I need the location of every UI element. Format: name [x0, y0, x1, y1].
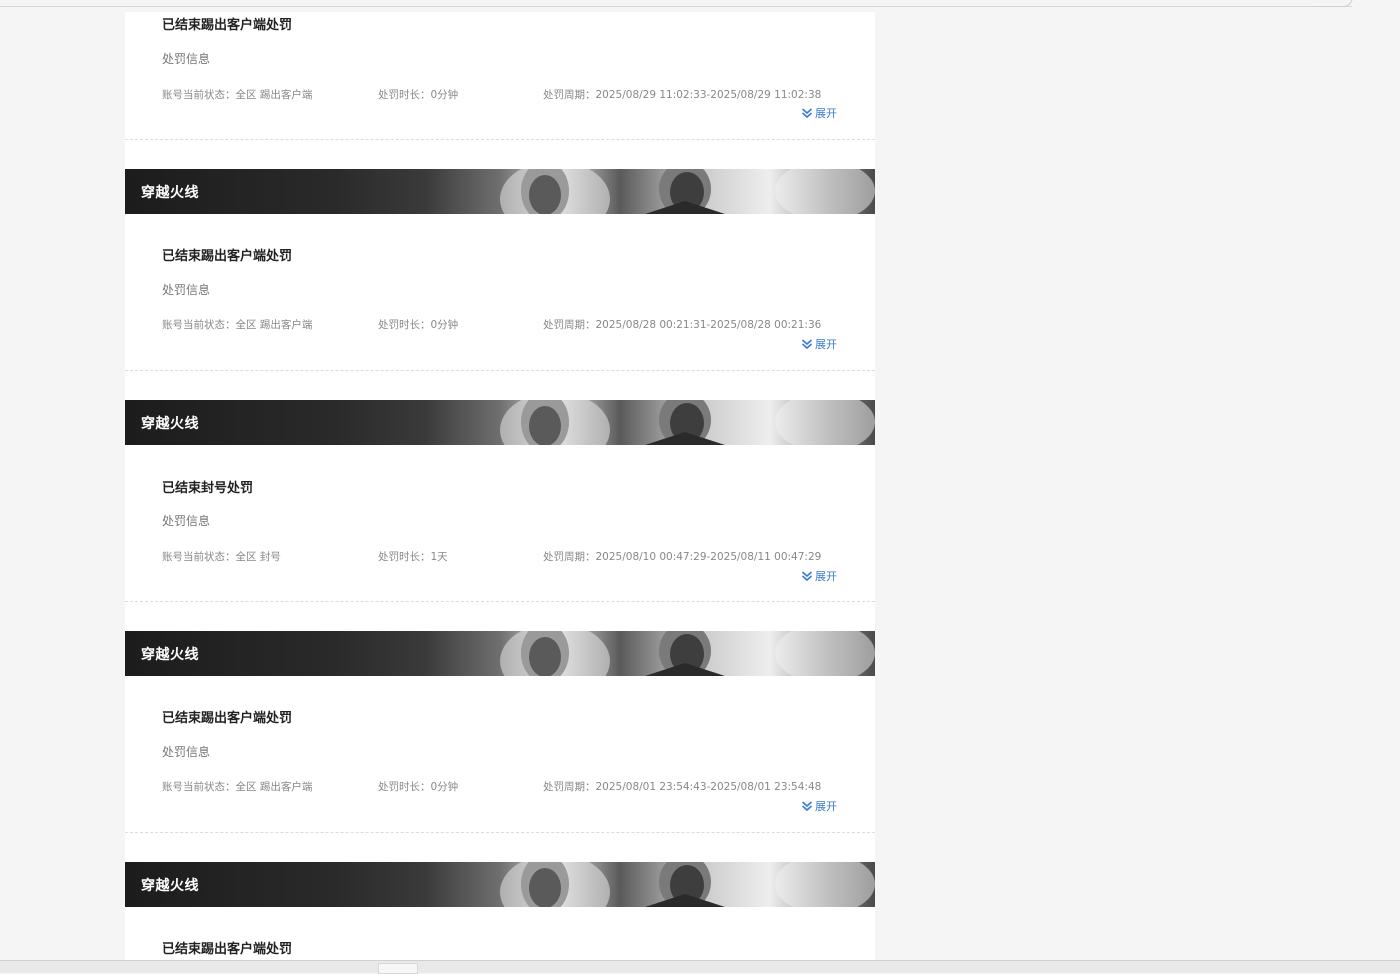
banner-game-title: 穿越火线: [141, 416, 199, 432]
record-divider: [125, 601, 875, 602]
penalty-period-value: 2025/08/01 23:54:43-2025/08/01 23:54:48: [595, 781, 822, 793]
expand-label: 展开: [815, 570, 837, 583]
penalty-duration-value: 0分钟: [430, 319, 459, 331]
record-title: 已结束踢出客户端处罚: [162, 18, 293, 33]
record-info-label: 处罚信息: [162, 745, 211, 759]
penalty-record: 已结束踢出客户端处罚 处罚信息 账号当前状态：全区 踢出客户端 处罚时长：0分钟…: [125, 12, 875, 140]
record-gap: [125, 833, 875, 862]
double-chevron-down-icon: [801, 108, 813, 119]
game-banner: 穿越火线: [125, 169, 875, 214]
account-status-value: 全区 踢出客户端: [235, 781, 313, 793]
expand-button[interactable]: 展开: [801, 105, 837, 121]
expand-label: 展开: [815, 800, 837, 813]
record-info-label: 处罚信息: [162, 283, 211, 297]
banner-artwork: [500, 169, 875, 214]
banner-game-title: 穿越火线: [141, 878, 199, 894]
penalty-duration-label: 处罚时长：: [378, 319, 431, 331]
record-divider: [125, 370, 875, 371]
penalty-period-label: 处罚周期：: [543, 319, 596, 331]
penalty-period-label: 处罚周期：: [543, 781, 596, 793]
penalty-period-label: 处罚周期：: [543, 89, 596, 101]
penalty-period-value: 2025/08/29 11:02:33-2025/08/29 11:02:38: [595, 89, 822, 101]
expand-button[interactable]: 展开: [801, 798, 837, 814]
penalty-duration-label: 处罚时长：: [378, 89, 431, 101]
penalty-record: 已结束踢出客户端处罚 处罚信息 账号当前状态：全区 踢出客户端 处罚时长：0分钟…: [125, 676, 875, 833]
double-chevron-down-icon: [801, 801, 813, 812]
account-status-label: 账号当前状态：: [162, 551, 236, 563]
account-status: 账号当前状态：全区 踢出客户端: [162, 779, 312, 794]
expand-label: 展开: [815, 107, 837, 120]
penalty-record-list: 已结束踢出客户端处罚 处罚信息 账号当前状态：全区 踢出客户端 处罚时长：0分钟…: [125, 12, 875, 960]
penalty-period-value: 2025/08/28 00:21:31-2025/08/28 00:21:36: [595, 319, 822, 331]
browser-top-edge: [0, 0, 1400, 10]
account-status: 账号当前状态：全区 踢出客户端: [162, 317, 312, 332]
expand-button[interactable]: 展开: [801, 568, 837, 584]
penalty-duration-value: 0分钟: [430, 781, 459, 793]
record-divider: [125, 832, 875, 833]
penalty-period: 处罚周期：2025/08/29 11:02:33-2025/08/29 11:0…: [543, 87, 821, 102]
horizontal-scrollbar[interactable]: [0, 960, 1400, 974]
penalty-period-value: 2025/08/10 00:47:29-2025/08/11 00:47:29: [595, 551, 822, 563]
account-status-value: 全区 踢出客户端: [235, 319, 313, 331]
game-banner: 穿越火线: [125, 400, 875, 445]
penalty-duration: 处罚时长：0分钟: [378, 87, 458, 102]
record-title: 已结束踢出客户端处罚: [162, 249, 293, 264]
record-divider: [125, 139, 875, 140]
penalty-period: 处罚周期：2025/08/01 23:54:43-2025/08/01 23:5…: [543, 779, 821, 794]
banner-artwork: [500, 631, 875, 676]
account-status: 账号当前状态：全区 踢出客户端: [162, 87, 312, 102]
account-status-label: 账号当前状态：: [162, 781, 236, 793]
top-divider: [0, 6, 1352, 7]
account-status: 账号当前状态：全区 封号: [162, 549, 281, 564]
record-title: 已结束封号处罚: [162, 481, 254, 496]
expand-label: 展开: [815, 338, 837, 351]
record-info-label: 处罚信息: [162, 514, 211, 528]
penalty-duration-value: 0分钟: [430, 89, 459, 101]
penalty-record: 已结束踢出客户端处罚 处罚信息 账号当前状态：全区 踢出客户端 处罚时长：0分钟…: [125, 214, 875, 371]
record-gap: [125, 371, 875, 400]
penalty-duration: 处罚时长：1天: [378, 549, 448, 564]
banner-game-title: 穿越火线: [141, 185, 199, 201]
double-chevron-down-icon: [801, 571, 813, 582]
banner-game-title: 穿越火线: [141, 647, 199, 663]
account-status-value: 全区 封号: [235, 551, 281, 563]
record-gap: [125, 140, 875, 169]
penalty-period: 处罚周期：2025/08/10 00:47:29-2025/08/11 00:4…: [543, 549, 821, 564]
account-status-label: 账号当前状态：: [162, 89, 236, 101]
banner-artwork: [500, 862, 875, 907]
scrollbar-thumb[interactable]: [378, 963, 418, 974]
account-status-value: 全区 踢出客户端: [235, 89, 313, 101]
banner-artwork: [500, 400, 875, 445]
record-title: 已结束踢出客户端处罚: [162, 711, 293, 726]
game-banner: 穿越火线: [125, 631, 875, 676]
penalty-duration-label: 处罚时长：: [378, 781, 431, 793]
penalty-duration: 处罚时长：0分钟: [378, 779, 458, 794]
account-status-label: 账号当前状态：: [162, 319, 236, 331]
penalty-period: 处罚周期：2025/08/28 00:21:31-2025/08/28 00:2…: [543, 317, 821, 332]
double-chevron-down-icon: [801, 339, 813, 350]
penalty-period-label: 处罚周期：: [543, 551, 596, 563]
record-gap: [125, 602, 875, 631]
expand-button[interactable]: 展开: [801, 336, 837, 352]
penalty-duration-label: 处罚时长：: [378, 551, 431, 563]
penalty-duration: 处罚时长：0分钟: [378, 317, 458, 332]
penalty-duration-value: 1天: [430, 551, 448, 563]
penalty-record: 已结束踢出客户端处罚: [125, 907, 875, 960]
game-banner: 穿越火线: [125, 862, 875, 907]
penalty-record: 已结束封号处罚 处罚信息 账号当前状态：全区 封号 处罚时长：1天 处罚周期：2…: [125, 445, 875, 602]
record-title: 已结束踢出客户端处罚: [162, 942, 293, 957]
record-info-label: 处罚信息: [162, 52, 211, 66]
